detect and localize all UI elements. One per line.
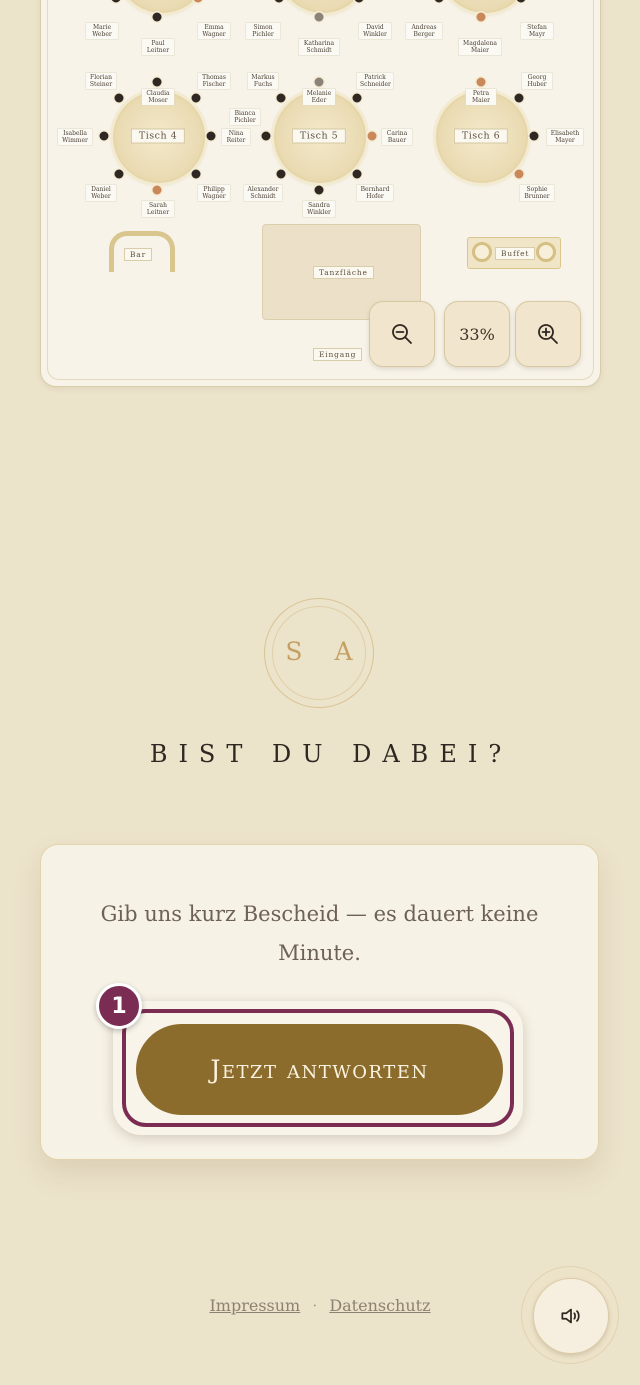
table-5-label: Tisch 5 [291, 128, 347, 144]
table-4-label: Tisch 4 [130, 128, 186, 144]
guest-name: Andreas Berger [406, 23, 442, 39]
guest-name: Sarah Leitner [142, 201, 174, 217]
dish-icon [472, 242, 492, 262]
datenschutz-link[interactable]: Datenschutz [329, 1296, 430, 1315]
guest-name: Katharina Schmidt [299, 39, 339, 55]
zoom-level: 33% [444, 301, 510, 367]
sound-toggle-core[interactable] [533, 1278, 609, 1354]
rsvp-description: Gib uns kurz Bescheid — es dauert keine … [100, 902, 539, 965]
seating-plan[interactable]: Marie Weber Paul Leitner Emma Wagner Sim… [40, 0, 601, 387]
seat[interactable] [276, 169, 286, 179]
table-top-right[interactable] [439, 0, 531, 13]
rsvp-headline: BIST DU DABEI? [149, 740, 513, 768]
guest-name: Petra Maier [466, 89, 496, 105]
guest-name: Bernhard Hofer [357, 185, 393, 201]
footer-separator: · [312, 1296, 318, 1315]
zoom-level-text: 33% [459, 324, 495, 344]
guest-name: Daniel Weber [86, 185, 116, 201]
impressum-link[interactable]: Impressum [209, 1296, 300, 1315]
zoom-in-button[interactable] [515, 301, 581, 367]
seat[interactable] [354, 0, 364, 3]
seat[interactable] [274, 0, 284, 3]
guest-name: Florian Steiner [86, 73, 116, 89]
guest-name: Stefan Mayr [521, 23, 553, 39]
seat[interactable] [314, 12, 324, 22]
respond-now-button[interactable]: Jetzt antworten [136, 1024, 503, 1115]
seat[interactable] [261, 131, 271, 141]
guest-name: Elisabeth Mayer [547, 129, 583, 145]
seat[interactable] [114, 169, 124, 179]
guest-name: Nina Reiter [222, 129, 250, 145]
sound-toggle-button[interactable] [521, 1266, 619, 1364]
seat[interactable] [276, 93, 286, 103]
seat[interactable] [152, 77, 162, 87]
guest-name: Carina Bauer [382, 129, 412, 145]
seat[interactable] [516, 0, 526, 3]
guest-name: Patrick Schneider [357, 73, 393, 89]
seat[interactable] [514, 93, 524, 103]
seat[interactable] [476, 12, 486, 22]
guest-name: Georg Huber [522, 73, 552, 89]
table-top-left[interactable] [116, 0, 208, 13]
guest-name: Philipp Wagner [198, 185, 230, 201]
guest-name: David Winkler [359, 23, 391, 39]
seat[interactable] [152, 12, 162, 22]
bar-label: Bar [124, 248, 152, 261]
guest-name: Paul Leitner [142, 39, 174, 55]
seat[interactable] [206, 131, 216, 141]
seat[interactable] [367, 131, 377, 141]
zoom-out-icon [392, 324, 412, 344]
rsvp-button-highlight: Jetzt antworten [113, 1001, 523, 1135]
seat[interactable] [99, 131, 109, 141]
guest-name: Bianca Pichler [230, 109, 260, 125]
guest-name: Emma Wagner [198, 23, 230, 39]
table-6-label: Tisch 6 [453, 128, 509, 144]
speaker-icon [561, 1308, 580, 1324]
seat[interactable] [476, 77, 486, 87]
guest-name: Claudia Moser [142, 89, 174, 105]
seat[interactable] [191, 93, 201, 103]
seat[interactable] [314, 77, 324, 87]
zoom-in-icon [538, 324, 558, 344]
guest-name: Magdalena Maier [459, 39, 501, 55]
seat[interactable] [191, 169, 201, 179]
seat[interactable] [314, 185, 324, 195]
guest-name: Melanie Eder [303, 89, 335, 105]
zoom-out-button[interactable] [369, 301, 435, 367]
seat[interactable] [114, 93, 124, 103]
seat[interactable] [152, 185, 162, 195]
seat[interactable] [352, 169, 362, 179]
seat[interactable] [434, 0, 444, 3]
guest-name: Isabella Wimmer [58, 129, 92, 145]
guest-name: Alexander Schmidt [244, 185, 282, 201]
seat[interactable] [111, 0, 121, 3]
guest-name: Markus Fuchs [248, 73, 278, 89]
dish-icon [536, 242, 556, 262]
dancefloor-label: Tanzfläche [313, 266, 374, 279]
guest-name: Thomas Fischer [198, 73, 230, 89]
guest-name: Sophie Brunner [520, 185, 554, 201]
monogram-seal: S A [264, 598, 374, 708]
guest-name: Sandra Winkler [303, 201, 335, 217]
step-badge: 1 [96, 983, 142, 1029]
entrance-label: Eingang [313, 348, 363, 361]
guest-name: Marie Weber [86, 23, 118, 39]
seat[interactable] [529, 131, 539, 141]
seat[interactable] [514, 169, 524, 179]
guest-name: Simon Pichler [246, 23, 280, 39]
table-top-middle[interactable] [277, 0, 369, 13]
seat[interactable] [352, 93, 362, 103]
seat[interactable] [193, 0, 203, 3]
monogram-letters: S A [285, 637, 365, 666]
buffet-label: Buffet [495, 247, 536, 260]
